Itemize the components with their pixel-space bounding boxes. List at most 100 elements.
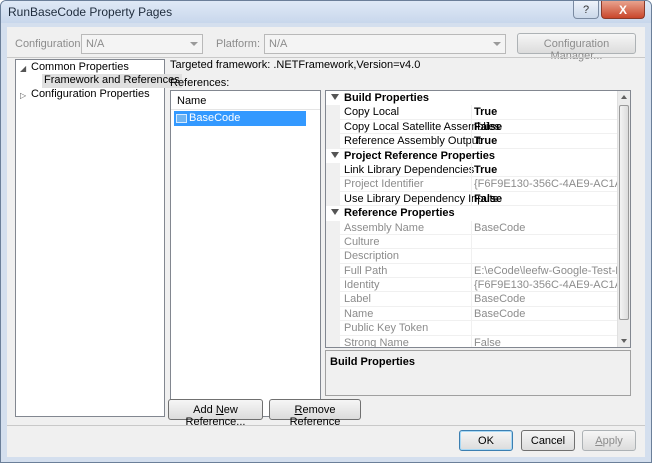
button-text: pply <box>602 435 623 447</box>
category-label: Build Properties <box>344 92 429 104</box>
scroll-down-icon[interactable] <box>621 339 627 343</box>
name-column-header[interactable]: Name <box>171 91 320 110</box>
grid-scrollbar[interactable] <box>617 91 630 347</box>
grid-row-full-path[interactable]: Full Path E:\eCode\leefw-Google-Test-Dem… <box>326 263 630 279</box>
platform-value: N/A <box>269 38 288 50</box>
scroll-up-icon[interactable] <box>621 95 627 99</box>
grid-row-project-identifier[interactable]: Project Identifier {F6F9E130-356C-4AE9-A… <box>326 177 630 192</box>
property-name: Assembly Name <box>344 221 425 234</box>
collapse-triangle-icon[interactable] <box>331 209 339 216</box>
property-name: Reference Assembly Output <box>344 135 481 148</box>
property-name: Identity <box>344 279 380 292</box>
chevron-down-icon <box>190 42 198 46</box>
grid-row-identity[interactable]: Identity {F6F9E130-356C-4AE9-AC1A-9FA3D3 <box>326 278 630 293</box>
property-value[interactable]: True <box>474 106 497 118</box>
apply-button[interactable]: Apply <box>582 430 636 451</box>
grid-row-copy-local[interactable]: Copy Local True <box>326 105 617 120</box>
column-separator <box>471 162 472 178</box>
property-value: BaseCode <box>474 293 526 306</box>
tree-item-framework-references[interactable]: Framework and References <box>42 74 182 88</box>
references-label: References: <box>170 77 230 89</box>
configuration-label: Configuration: <box>15 38 84 50</box>
grid-row-culture[interactable]: Culture <box>326 234 617 250</box>
property-value[interactable]: True <box>474 135 497 147</box>
toolbar-divider <box>7 57 645 58</box>
platform-combo[interactable]: N/A <box>264 34 506 54</box>
property-value[interactable]: True <box>474 164 497 176</box>
property-name: Full Path <box>344 264 388 277</box>
grid-row-public-key-token[interactable]: Public Key Token <box>326 321 617 336</box>
reference-item-basecode[interactable]: BaseCode <box>174 111 306 126</box>
cancel-button[interactable]: Cancel <box>521 430 575 451</box>
property-name: Name <box>344 307 374 320</box>
collapse-triangle-icon[interactable] <box>331 94 339 100</box>
ok-button[interactable]: OK <box>459 430 513 451</box>
property-name: Strong Name <box>344 336 409 348</box>
tree-item-configuration-properties[interactable]: Configuration Properties <box>31 88 150 102</box>
collapse-triangle-icon[interactable] <box>331 151 339 158</box>
column-separator <box>471 191 472 207</box>
grid-row-link-library[interactable]: Link Library Dependencies True <box>326 162 617 178</box>
platform-label: Platform: <box>216 38 261 50</box>
property-grid[interactable]: Build Properties Copy Local True Copy Lo… <box>325 90 631 348</box>
grid-row-assembly-name[interactable]: Assembly Name BaseCode <box>326 220 617 235</box>
property-value[interactable]: False <box>474 121 502 133</box>
configuration-combo[interactable]: N/A <box>81 34 203 54</box>
column-separator <box>471 119 472 135</box>
grid-category-build[interactable]: Build Properties <box>326 91 617 106</box>
configuration-value: N/A <box>86 38 105 50</box>
column-separator <box>471 105 472 120</box>
grid-row-name[interactable]: Name BaseCode <box>326 306 617 322</box>
expanded-icon[interactable]: ◢ <box>20 64 26 73</box>
configuration-manager-button[interactable]: Configuration Manager... <box>517 33 636 62</box>
tree-item-common-properties[interactable]: Common Properties <box>31 61 129 75</box>
property-value: {F6F9E130-356C-4AE9-AC1A-9FA3D3 <box>474 178 630 191</box>
description-title: Build Properties <box>330 356 415 368</box>
scroll-thumb[interactable] <box>619 105 629 320</box>
grid-row-strong-name[interactable]: Strong Name False <box>326 335 617 348</box>
column-separator <box>471 306 472 322</box>
property-value: BaseCode <box>474 307 526 320</box>
property-value: {F6F9E130-356C-4AE9-AC1A-9FA3D3 <box>474 279 630 292</box>
column-separator <box>471 249 472 264</box>
reference-item-label: BaseCode <box>189 112 241 124</box>
property-value: BaseCode <box>474 221 526 234</box>
add-new-reference-button[interactable]: Add New Reference... <box>168 399 263 428</box>
property-name: Public Key Token <box>344 322 429 335</box>
column-separator <box>471 220 472 235</box>
grid-row-label[interactable]: Label BaseCode <box>326 292 617 307</box>
collapsed-icon[interactable]: ▷ <box>20 91 26 100</box>
property-name: Link Library Dependencies <box>344 163 475 176</box>
grid-row-use-library-inputs[interactable]: Use Library Dependency Inputs False <box>326 191 617 207</box>
button-text: Add <box>193 404 216 416</box>
mnemonic: A <box>595 435 603 447</box>
property-name: Project Identifier <box>344 178 424 191</box>
property-name: Copy Local <box>344 106 400 119</box>
column-separator <box>471 263 472 279</box>
property-name: Label <box>344 293 371 306</box>
property-value[interactable]: False <box>474 193 502 205</box>
grid-row-copy-satellite[interactable]: Copy Local Satellite Assemblies False <box>326 119 617 135</box>
targeted-framework-text: Targeted framework: .NETFramework,Versio… <box>170 59 421 71</box>
property-value: False <box>474 336 501 348</box>
references-list[interactable]: Name BaseCode <box>170 90 321 417</box>
dialog-client: Configuration: N/A Platform: N/A Configu… <box>7 27 645 457</box>
category-label: Project Reference Properties <box>344 149 496 162</box>
configuration-toolbar: Configuration: N/A Platform: N/A Configu… <box>7 27 645 62</box>
close-button[interactable]: X <box>601 1 645 19</box>
column-separator <box>471 335 472 347</box>
column-separator <box>471 134 472 149</box>
grid-row-description[interactable]: Description <box>326 249 617 264</box>
property-name: Culture <box>344 235 380 248</box>
property-tree[interactable]: ◢ Common Properties Framework and Refere… <box>15 59 182 417</box>
window-title: RunBaseCode Property Pages <box>8 5 173 19</box>
remove-reference-button[interactable]: Remove Reference <box>269 399 361 428</box>
title-controls: ? X <box>573 1 645 19</box>
grid-category-project[interactable]: Project Reference Properties <box>326 148 617 163</box>
help-button[interactable]: ? <box>573 1 599 19</box>
grid-rows: Build Properties Copy Local True Copy Lo… <box>326 91 630 348</box>
grid-row-ref-output[interactable]: Reference Assembly Output True <box>326 134 617 149</box>
title-bar[interactable]: RunBaseCode Property Pages ? X <box>1 1 651 23</box>
grid-category-reference[interactable]: Reference Properties <box>326 206 617 221</box>
property-value: E:\eCode\leefw-Google-Test-Demo <box>474 264 631 277</box>
